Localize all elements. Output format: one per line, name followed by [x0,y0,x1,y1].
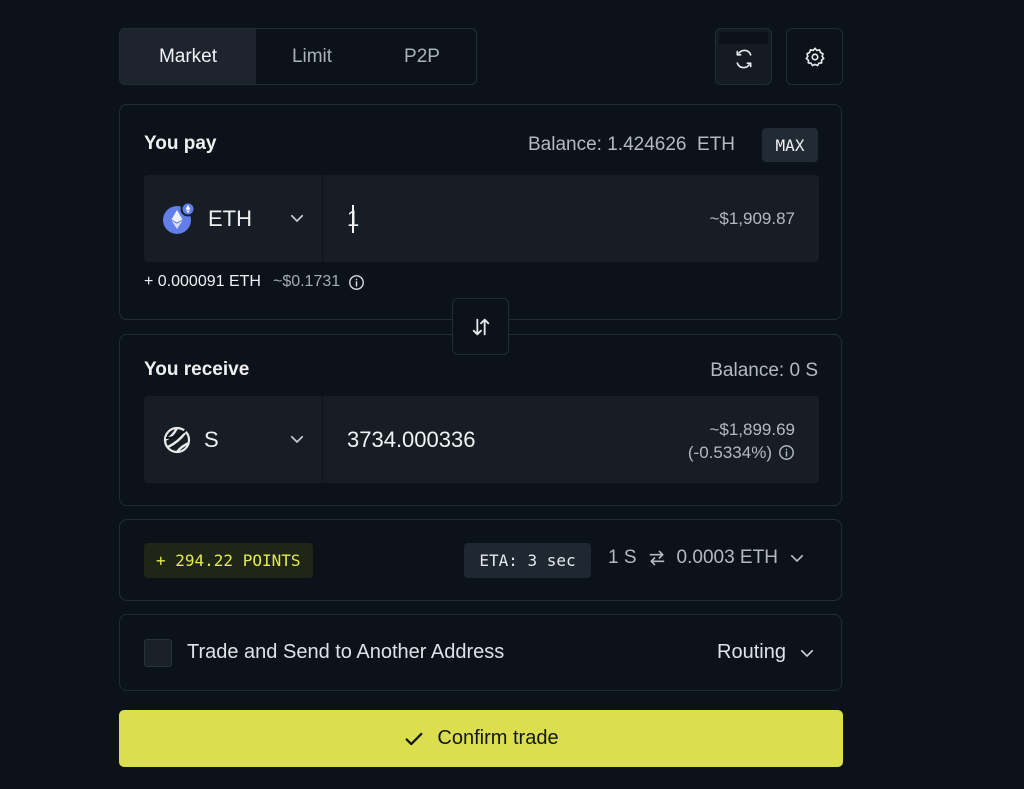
pay-balance: Balance: 1.424626 ETH [528,134,736,155]
price-impact-value: (-0.5334%) [687,443,772,462]
receive-usd-block: ~$1,899.69 (-0.5334%) [688,418,795,464]
price-impact: (-0.5334%) [688,441,795,464]
swap-arrows-icon [472,318,489,335]
pay-token-select[interactable]: ETH [144,175,323,262]
info-icon[interactable] [348,274,365,291]
rate-left: 1 S [608,547,637,568]
chevron-down-icon [290,435,304,443]
send-to-address-label[interactable]: Trade and Send to Another Address [187,641,504,664]
receive-input-row: S 3734.000336 ~$1,899.69 (-0.5334%) [144,396,819,483]
routing-label: Routing [717,641,786,663]
eth-token-icon [163,201,196,234]
confirm-trade-button[interactable]: Confirm trade [119,710,843,767]
pay-label: You pay [144,133,217,154]
refresh-button[interactable] [715,28,772,85]
points-badge: + 294.22 POINTS [144,543,313,578]
swap-direction-button[interactable] [452,298,509,355]
options-panel: Trade and Send to Another Address Routin… [119,614,842,691]
fee-eth: + 0.000091 ETH [144,273,261,290]
pay-token-name: ETH [208,205,252,231]
eta-badge: ETA: 3 sec [464,543,591,578]
pay-panel: You pay Balance: 1.424626 ETH MAX ETH ~$… [119,104,842,320]
receive-token-name: S [204,426,219,452]
info-icon[interactable] [778,444,795,461]
quote-panel: + 294.22 POINTS ETA: 3 sec 1 S 0.0003 ET… [119,519,842,601]
check-icon [405,732,423,745]
send-to-address-checkbox[interactable] [144,639,172,667]
tab-market[interactable]: Market [120,29,256,84]
network-fee: + 0.000091 ETH ~$0.1731 [144,273,365,291]
routing-dropdown[interactable]: Routing [717,641,816,664]
chevron-down-icon [290,214,304,222]
trade-mode-tabs: Market Limit P2P [119,28,477,85]
max-button[interactable]: MAX [762,128,818,162]
receive-label: You receive [144,359,250,380]
exchange-arrows-icon [649,550,664,566]
sonic-token-icon [163,426,191,453]
receive-usd-value: ~$1,899.69 [709,420,795,439]
refresh-icon [736,49,751,68]
receive-amount-field: 3734.000336 ~$1,899.69 (-0.5334%) [323,396,819,483]
rate-right: 0.0003 ETH [676,547,778,568]
confirm-trade-label: Confirm trade [437,727,559,749]
exchange-rate[interactable]: 1 S 0.0003 ETH [608,547,806,569]
receive-amount: 3734.000336 [347,426,476,452]
receive-balance: Balance: 0 S [710,360,818,381]
chevron-down-icon [800,649,814,657]
fee-usd: ~$0.1731 [272,273,341,290]
pay-usd-value: ~$1,909.87 [709,209,795,228]
tab-limit[interactable]: Limit [256,29,368,84]
receive-token-select[interactable]: S [144,396,323,483]
pay-input-row: ETH ~$1,909.87 [144,175,819,262]
gear-icon [804,46,825,66]
receive-panel: You receive Balance: 0 S S 3734.000336 ~… [119,334,842,506]
pay-amount-input[interactable] [347,205,647,232]
pay-amount-field: ~$1,909.87 [323,175,819,262]
text-caret [352,205,354,233]
tab-p2p[interactable]: P2P [368,29,476,84]
chevron-down-icon [790,554,804,562]
settings-button[interactable] [786,28,843,85]
